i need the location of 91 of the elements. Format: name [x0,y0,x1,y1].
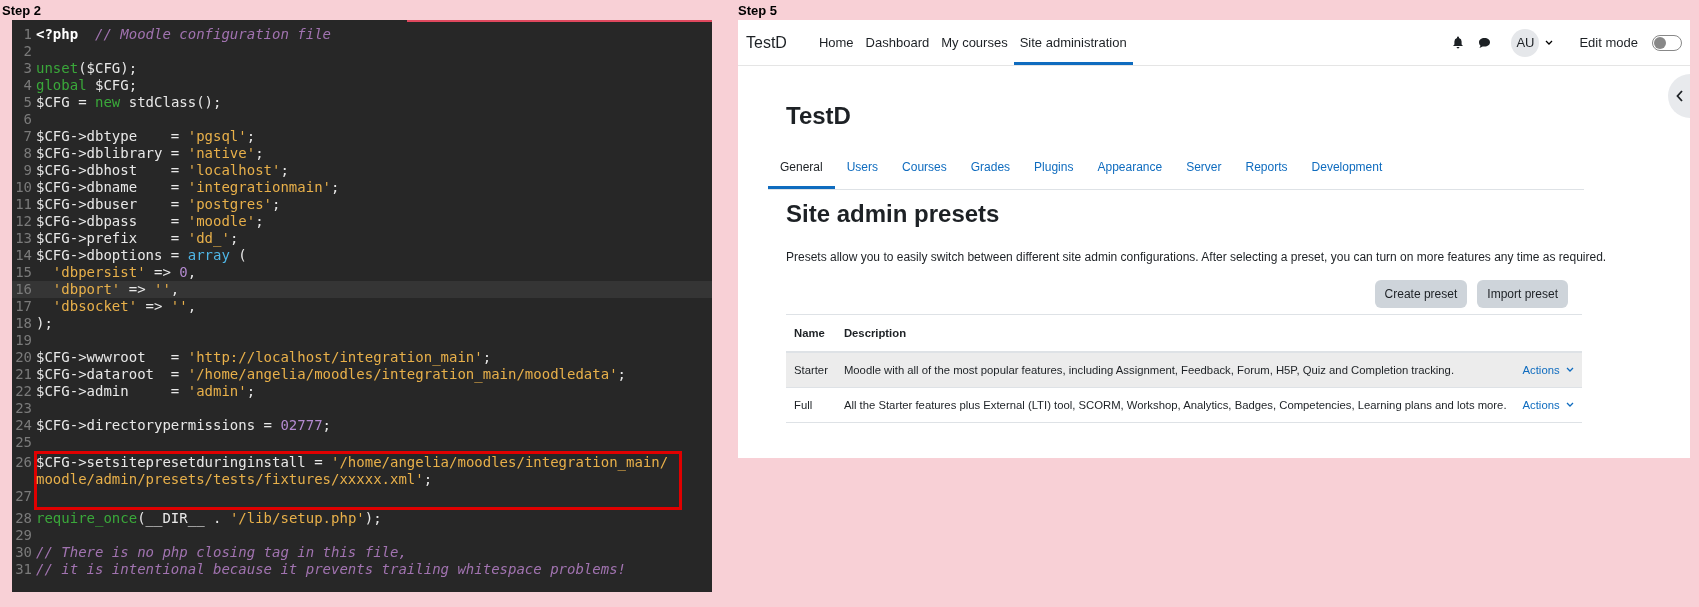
line-number: 4 [22,77,33,94]
line-number: 18 [14,315,33,332]
tab[interactable]: Reports [1233,148,1300,189]
line-number: 26 [14,454,33,471]
tab[interactable]: Server [1174,148,1234,189]
bell-icon[interactable] [1452,36,1465,49]
tab[interactable]: Appearance [1085,148,1175,189]
line-number: 6 [22,111,33,128]
line-number: 13 [14,230,33,247]
caret-icon [1565,402,1574,408]
tab[interactable]: Courses [890,148,959,189]
line-number: 5 [22,94,33,111]
site-brand[interactable]: TestD [746,33,787,52]
line-number: 20 [14,349,33,366]
code-line: unset($CFG); [36,60,138,77]
intro-text: Presets allow you to easily switch between different site admin configurations. After selecting a preset, you can turn on more features any time as required. [786,250,1608,264]
line-number: 2 [22,43,33,60]
edit-mode-label: Edit mode [1579,35,1638,50]
table-cell: All the Starter features plus External (LTI) tool, SCORM, Workshop, Analytics, Badges, Competencies, Learning plans and lots more. [835,387,1515,423]
edit-mode-switch[interactable] [1652,34,1682,51]
code-line: $CFG->admin = 'admin'; [36,383,256,400]
table-cell: Full [786,387,836,423]
preset-button[interactable]: Create preset [1374,280,1468,308]
code-line: require_once(__DIR__ . '/lib/setup.php'); [36,510,382,527]
line-number: 31 [14,561,33,578]
line-number: 1 [22,26,33,43]
line-number: 17 [14,298,33,315]
code-line: $CFG->dblibrary = 'native'; [36,145,264,162]
line-number: 11 [14,196,33,213]
line-number: 10 [14,179,33,196]
line-number: 16 [14,281,33,298]
code-line: // it is intentional because it prevents trailing whitespace problems! [36,561,626,578]
code-line: 'dbport' => '', [51,281,180,298]
actions-menu[interactable]: Actions [1522,364,1574,376]
code-line: 'dbsocket' => '', [51,298,197,315]
line-number: 9 [22,162,33,179]
line-number: 24 [14,417,33,434]
nav-link[interactable]: Site administration [1013,20,1133,65]
section-heading: Site admin presets [786,200,1001,228]
tab[interactable]: General [768,148,835,189]
caret-icon [1565,367,1574,373]
code-line: $CFG->wwwroot = 'http://localhost/integration_main'; [36,349,492,366]
tab[interactable]: Users [834,148,891,189]
line-number: 29 [14,527,33,544]
line-number: 23 [14,400,33,417]
code-line: $CFG->prefix = 'dd_'; [36,230,239,247]
code-line: $CFG->dbname = 'integrationmain'; [36,179,340,196]
step-label: Step 5 [738,2,778,20]
line-number: 27 [14,488,33,505]
line-number: 25 [14,434,33,451]
line-number: 8 [22,145,33,162]
caret-icon [1545,39,1554,46]
tab[interactable]: Development [1299,148,1395,189]
step-label: Step 2 [2,2,42,20]
table-cell: Moodle with all of the most popular features, including Assignment, Feedback, Forum, H5P, Quiz and Completion tracking. [835,352,1515,388]
page-title: TestD [786,102,852,130]
tab[interactable]: Plugins [1022,148,1086,189]
preset-button[interactable]: Import preset [1477,280,1568,308]
code-line: $CFG = new stdClass(); [36,94,222,111]
code-line: $CFG->dataroot = '/home/angelia/moodles/integration_main/moodledata'; [36,366,627,383]
nav-link[interactable]: My courses [935,20,1014,65]
table-cell: Starter [786,352,836,388]
code-line: 'dbpersist' => 0, [51,264,197,281]
line-number: 3 [22,60,33,77]
line-number: 30 [14,544,33,561]
line-number: 7 [22,128,33,145]
code-line: <?php // Moodle configuration file [36,26,331,43]
tab[interactable]: Grades [958,148,1023,189]
line-number: 22 [14,383,33,400]
code-line: $CFG->setsitepresetduringinstall = '/home/angelia/moodles/integration_main/ [36,454,669,471]
code-line: $CFG->dbtype = 'pgsql'; [36,128,256,145]
line-number: 21 [14,366,33,383]
code-line: global $CFG; [36,77,138,94]
code-line: $CFG->dboptions = array ( [36,247,247,264]
line-number: 15 [14,264,33,281]
line-number: 19 [14,332,33,349]
line-number: 28 [14,510,33,527]
chevron-left-icon [1676,90,1684,102]
chat-bubble-icon[interactable] [1478,36,1492,49]
line-number: 12 [14,213,33,230]
user-avatar[interactable]: AU [1511,28,1540,57]
actions-menu[interactable]: Actions [1522,399,1574,411]
nav-link[interactable]: Dashboard [859,20,936,65]
nav-link[interactable]: Home [812,20,860,65]
code-line: $CFG->dbhost = 'localhost'; [36,162,289,179]
code-line: $CFG->dbuser = 'postgres'; [36,196,281,213]
code-line: // There is no php closing tag in this file, [36,544,407,561]
code-line: ); [36,315,53,332]
code-line: $CFG->dbpass = 'moodle'; [36,213,264,230]
line-number: 14 [14,247,33,264]
code-line: $CFG->directorypermissions = 02777; [36,417,332,434]
